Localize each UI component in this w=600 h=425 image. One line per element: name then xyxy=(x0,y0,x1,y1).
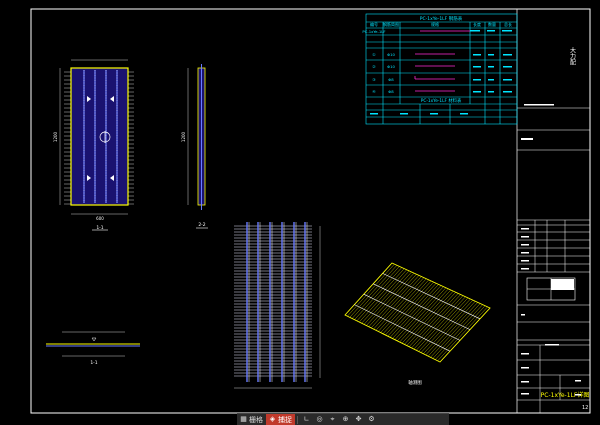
slab-rebar-line xyxy=(370,275,420,329)
plan-width-dim: 600 xyxy=(96,216,104,221)
toolbar-button-polar[interactable]: ◎ xyxy=(313,414,326,425)
slab-rebar-line xyxy=(394,286,444,340)
slab-rebar-line xyxy=(354,267,402,320)
slab-rebar-line xyxy=(366,273,415,326)
rebar-grid-view xyxy=(234,222,321,389)
slab-rebar-line xyxy=(347,264,395,317)
rebar-table-header-cell: 钢筋简图 xyxy=(383,21,399,27)
toolbar-button-zoom[interactable]: ⊕ xyxy=(339,414,352,425)
rebar-table-header-cell: 编号 xyxy=(370,21,378,27)
snap-icon: ◈ xyxy=(269,415,276,423)
slab-rebar-line xyxy=(385,282,434,336)
rebar-table-cell: ① xyxy=(372,52,376,57)
section-view: 1200 2-2 xyxy=(181,64,208,229)
slab-main-bar xyxy=(363,293,461,341)
slab-rebar-line xyxy=(380,279,429,333)
slab-main-bar xyxy=(382,273,481,320)
slab-rebar-line xyxy=(359,269,407,323)
toolbar-button-settings[interactable]: ⚙ xyxy=(365,414,378,425)
slab-rebar-line xyxy=(351,266,400,319)
polar-icon: ◎ xyxy=(316,415,323,423)
slab-rebar-line xyxy=(368,274,417,327)
slab-rebar-line xyxy=(389,284,439,338)
section-height-dim: 1200 xyxy=(181,131,186,142)
status-toolbar: ▦ 栅格 ◈ 捕捉 ∟ ◎ ⌖ ⊕ ✥ ⚙ xyxy=(237,413,449,425)
rebar-table-cell: Φ8 xyxy=(388,89,394,94)
settings-icon: ⚙ xyxy=(368,415,375,423)
detail-view: 1-1 xyxy=(46,331,140,366)
rebar-table-title: PC-1xYe-1LF 钢筋表 xyxy=(420,15,463,22)
rebar-table-header-cell: 总长 xyxy=(504,21,512,27)
slab-rebar-line xyxy=(378,278,427,332)
plan-view: 600 1200 1-1 xyxy=(53,59,134,231)
toolbar-label: 捕捉 xyxy=(278,415,292,424)
slab-rebar-line xyxy=(361,270,410,324)
osnap-icon: ⌖ xyxy=(330,415,335,423)
slab-rebar-line xyxy=(399,288,449,343)
ortho-icon: ∟ xyxy=(303,415,310,423)
rebar-table-cell: ④ xyxy=(372,89,376,94)
title-block-sheet-name: PC-1xYe-1LF详图 xyxy=(541,391,590,399)
toolbar-button-pan[interactable]: ✥ xyxy=(352,414,365,425)
grid-icon: ▦ xyxy=(240,415,247,423)
title-block-page-num: 12 xyxy=(582,405,588,411)
toolbar-separator xyxy=(297,415,298,424)
rebar-table-cell: ② xyxy=(372,64,376,69)
slab-rebar-line xyxy=(387,283,437,337)
slab-rebar-line xyxy=(397,287,447,341)
plan-height-dim: 1200 xyxy=(53,131,58,142)
toolbar-label: 栅格 xyxy=(249,415,263,424)
slab-rebar-line xyxy=(344,262,393,316)
rebar-table-cell: PC-1xYe-1LF xyxy=(362,29,385,34)
cad-drawing-canvas[interactable]: 大力配 PC-1xYe-1LF详图 12 PC-1xYe-1LF 钢筋表 编号 … xyxy=(0,0,600,424)
pan-icon: ✥ xyxy=(355,415,362,423)
zoom-icon: ⊕ xyxy=(342,415,349,423)
material-table-title: PC-1xYe-1LF 材料表 xyxy=(421,97,462,104)
rebar-table-header-cell: 数量 xyxy=(488,21,496,27)
slab-rebar-line xyxy=(356,268,405,321)
detail-view-label: 1-1 xyxy=(90,360,97,366)
title-block: 大力配 PC-1xYe-1LF详图 12 xyxy=(516,9,590,413)
rebar-table-cell: ③ xyxy=(372,77,376,82)
slab-rebar-line xyxy=(373,276,422,330)
toolbar-button-ortho[interactable]: ∟ xyxy=(300,414,313,425)
slab-rebar-line xyxy=(382,280,432,334)
rebar-shape-sketches xyxy=(414,30,470,92)
rebar-table-cell: Φ10 xyxy=(387,52,395,57)
slab-rebar-line xyxy=(375,277,424,331)
axonometric-view xyxy=(344,262,491,363)
rebar-table-header-cell: 规格 xyxy=(431,21,439,27)
rebar-table-body: PC-1xYe-1LF ① Φ10 ② Φ10 ③ Φ8 ④ Φ8 xyxy=(362,29,395,94)
rebar-table-header-cell: 长度 xyxy=(473,21,481,27)
toolbar-button-grid[interactable]: ▦ 栅格 xyxy=(237,414,266,425)
rebar-table-cell: Φ8 xyxy=(388,77,394,82)
slab-main-bar xyxy=(354,304,451,352)
slab-rebar-line xyxy=(363,271,412,325)
axon-view-label: 轴测图 xyxy=(408,379,422,386)
title-block-project: 大力配 xyxy=(569,46,576,66)
slab-rebar-line xyxy=(392,285,442,339)
section-view-label: 2-2 xyxy=(198,222,205,228)
slab-main-bar xyxy=(373,283,471,330)
slab-rebar-line xyxy=(349,265,398,318)
toolbar-button-snap[interactable]: ◈ 捕捉 xyxy=(266,414,295,425)
toolbar-button-osnap[interactable]: ⌖ xyxy=(326,414,339,425)
rebar-table-cell: Φ10 xyxy=(387,64,395,69)
